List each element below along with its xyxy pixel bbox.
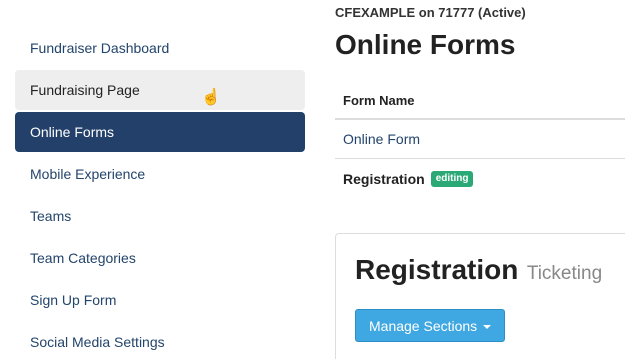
manage-sections-label: Manage Sections bbox=[369, 317, 478, 334]
account-status: CFEXAMPLE on 71777 (Active) bbox=[335, 5, 526, 20]
sidebar-item-fundraiser-dashboard[interactable]: Fundraiser Dashboard bbox=[15, 28, 305, 68]
form-name-link[interactable]: Online Form bbox=[343, 131, 420, 147]
sidebar-item-team-categories[interactable]: Team Categories bbox=[15, 238, 305, 278]
column-header-form-name: Form Name bbox=[335, 82, 625, 120]
sidebar-item-label: Mobile Experience bbox=[30, 166, 146, 182]
sidebar-item-mobile-experience[interactable]: Mobile Experience bbox=[15, 154, 305, 194]
sidebar-item-sign-up-form[interactable]: Sign Up Form bbox=[15, 280, 305, 320]
sidebar-item-label: Fundraiser Dashboard bbox=[30, 40, 170, 56]
sidebar-item-teams[interactable]: Teams bbox=[15, 196, 305, 236]
sidebar-item-label: Fundraising Page bbox=[30, 82, 140, 98]
sidebar-nav: Fundraiser Dashboard Fundraising Page ☝ … bbox=[15, 28, 305, 359]
sidebar-item-fundraising-page[interactable]: Fundraising Page ☝ bbox=[15, 70, 305, 110]
form-name: Registration bbox=[343, 170, 425, 187]
manage-sections-button[interactable]: Manage Sections bbox=[355, 309, 506, 342]
page-title: Online Forms bbox=[335, 29, 516, 60]
sidebar-item-online-forms[interactable]: Online Forms bbox=[15, 112, 305, 152]
status-badge: editing bbox=[430, 170, 474, 187]
caret-down-icon bbox=[483, 324, 492, 329]
sidebar-item-label: Teams bbox=[30, 208, 72, 224]
sidebar-item-social-media-settings[interactable]: Social Media Settings bbox=[15, 322, 305, 359]
sidebar-item-label: Social Media Settings bbox=[30, 334, 165, 350]
hand-pointer-icon: ☝ bbox=[201, 89, 221, 106]
sidebar-item-label: Online Forms bbox=[30, 124, 115, 140]
table-row[interactable]: Online Form bbox=[335, 120, 625, 159]
form-editor-panel: Registration Ticketing Manage Sections bbox=[335, 233, 625, 359]
panel-title: Registration Ticketing bbox=[355, 254, 602, 286]
forms-table: Form Name Online Form Registration editi… bbox=[335, 82, 625, 198]
sidebar-item-label: Team Categories bbox=[30, 250, 136, 266]
panel-subtitle: Ticketing bbox=[526, 263, 603, 284]
panel-title-text: Registration bbox=[355, 254, 519, 285]
table-row: Registration editing bbox=[335, 159, 625, 198]
page: Fundraiser Dashboard Fundraising Page ☝ … bbox=[0, 0, 625, 359]
sidebar-item-label: Sign Up Form bbox=[30, 292, 117, 308]
